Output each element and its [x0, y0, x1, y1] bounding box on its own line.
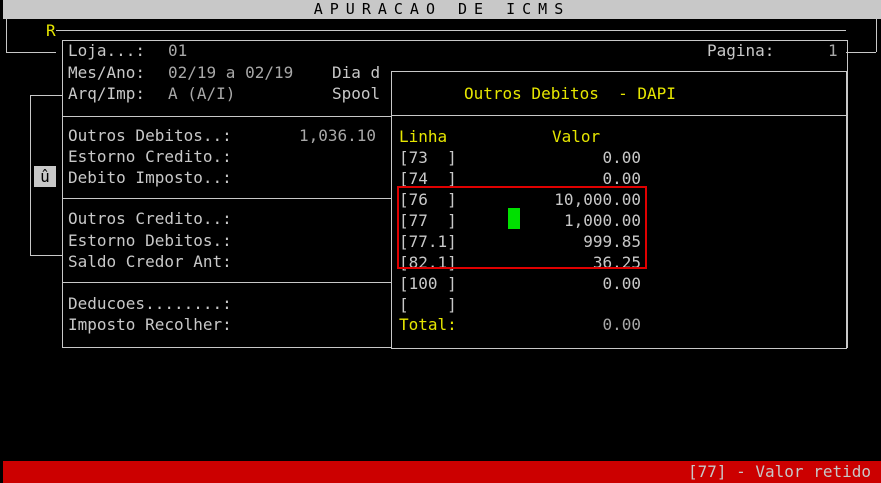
popup-title: Outros Debitos - DAPI [464, 84, 676, 103]
row-code: [73 ] [399, 148, 457, 167]
total-value: 0.00 [602, 315, 641, 334]
pagina-value: 1 [828, 41, 838, 60]
frame-right [876, 19, 877, 52]
col-linha: Linha [399, 127, 448, 146]
outros-debitos-field[interactable]: 1,036.10 [299, 126, 376, 146]
highlight-box [397, 186, 647, 269]
debito-imposto-label: Debito Imposto..: [68, 168, 232, 187]
saldo-credor-label: Saldo Credor Ant: [68, 252, 232, 271]
outros-credito-label: Outros Credito..: [68, 209, 232, 228]
spool-label: Spool [332, 84, 381, 103]
scroll-marker[interactable]: û [34, 166, 56, 187]
section-divider-2 [62, 282, 392, 283]
outros-debitos-label: Outros Debitos..: [68, 126, 232, 145]
frame-top [56, 30, 846, 31]
list-item[interactable]: [ ] [392, 295, 846, 316]
frame-left [6, 19, 7, 52]
side-bracket [30, 95, 31, 255]
estorno-credito-label: Estorno Credito.: [68, 147, 232, 166]
status-bar: [77] - Valor retido [3, 461, 881, 483]
deducoes-label: Deducoes........: [68, 294, 232, 313]
col-valor: Valor [552, 127, 601, 146]
frame-top-right [846, 52, 876, 53]
status-message: [77] - Valor retido [687, 462, 871, 481]
corner-marker: R [46, 21, 56, 40]
text-cursor [508, 208, 520, 229]
frame-top-left [6, 52, 56, 53]
loja-label: Loja...: [68, 41, 146, 60]
popup-title-divider [392, 115, 846, 116]
mesano-label: Mes/Ano: [68, 63, 146, 82]
list-item[interactable]: [100 ] 0.00 [392, 274, 846, 295]
dia-label: Dia d [332, 63, 381, 82]
row-value[interactable]: 0.00 [602, 274, 641, 294]
list-item[interactable]: [73 ] 0.00 [392, 148, 846, 169]
arqimp-field[interactable]: A (A/I) [168, 84, 235, 104]
section-divider-1 [62, 198, 392, 199]
side-bracket-top [30, 95, 62, 96]
row-code: [ ] [399, 295, 457, 314]
pagina-label: Pagina: [707, 41, 775, 60]
header-divider [62, 116, 392, 117]
loja-field[interactable]: 01 [168, 41, 187, 61]
total-label: Total: [399, 315, 457, 334]
side-bracket-bottom [30, 255, 62, 256]
row-code: [100 ] [399, 274, 457, 293]
arqimp-label: Arq/Imp: [68, 84, 146, 103]
row-value[interactable]: 0.00 [602, 148, 641, 168]
estorno-debitos-label: Estorno Debitos.: [68, 231, 232, 250]
imposto-recolher-label: Imposto Recolher: [68, 315, 232, 334]
window-title: APURACAO DE ICMS [3, 0, 881, 19]
mesano-field[interactable]: 02/19 a 02/19 [168, 63, 293, 83]
